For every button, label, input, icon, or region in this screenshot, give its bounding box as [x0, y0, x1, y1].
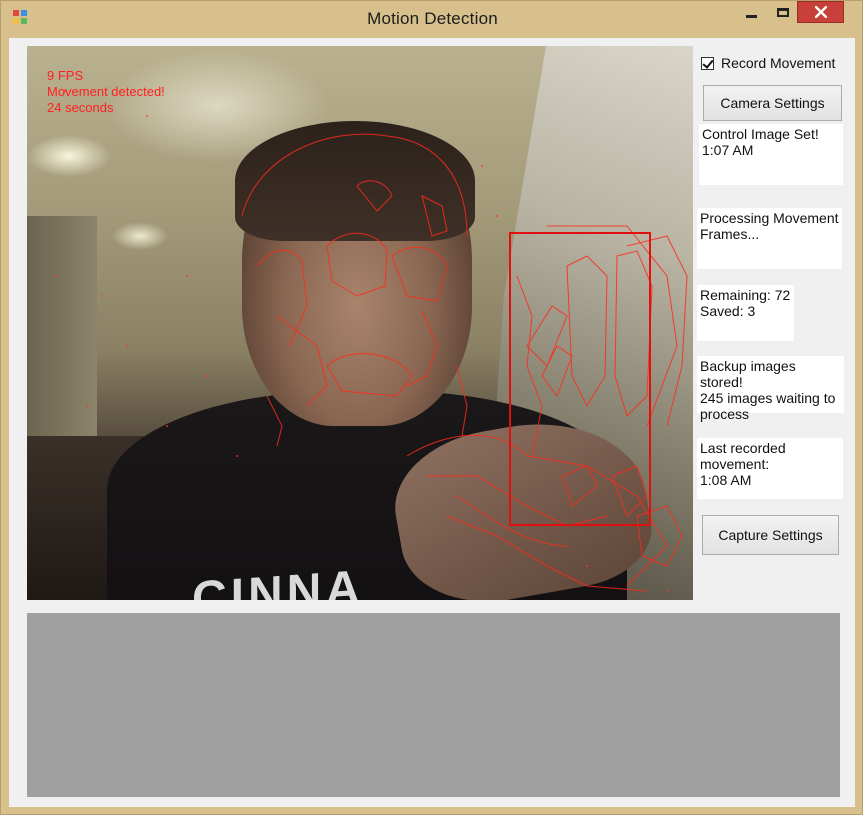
- remaining-saved-status: Remaining: 72 Saved: 3: [697, 285, 794, 341]
- movement-duration: 24 seconds: [47, 100, 114, 115]
- minimize-button[interactable]: [734, 1, 768, 23]
- camera-settings-button[interactable]: Camera Settings: [703, 85, 842, 121]
- record-movement-label[interactable]: Record Movement: [721, 55, 835, 71]
- maximize-button[interactable]: [768, 1, 798, 23]
- capture-settings-button[interactable]: Capture Settings: [702, 515, 839, 555]
- backup-images-status: Backup images stored! 245 images waiting…: [697, 356, 844, 422]
- minimize-icon: [745, 14, 757, 18]
- motion-bounding-box: [509, 232, 651, 526]
- title-bar[interactable]: Motion Detection: [1, 1, 863, 37]
- window-frame: Motion Detection CINNA 9 FPS Movement de…: [0, 0, 863, 815]
- close-button[interactable]: [797, 1, 844, 23]
- control-image-status: Control Image Set! 1:07 AM: [699, 124, 843, 185]
- record-movement-checkbox[interactable]: Record Movement: [701, 55, 835, 71]
- close-icon: [814, 6, 827, 18]
- checkbox-checked-icon[interactable]: [701, 56, 714, 70]
- camera-feed: CINNA 9 FPS Movement detected! 24 second…: [27, 46, 693, 600]
- movement-status: Movement detected!: [47, 84, 165, 99]
- image-preview-panel: [27, 613, 840, 797]
- fps-readout: 9 FPS: [47, 68, 84, 83]
- last-recorded-status: Last recorded movement: 1:08 AM: [697, 438, 843, 499]
- maximize-icon: [777, 7, 789, 17]
- processing-status: Processing Movement Frames...: [697, 208, 842, 269]
- client-area: CINNA 9 FPS Movement detected! 24 second…: [9, 38, 855, 807]
